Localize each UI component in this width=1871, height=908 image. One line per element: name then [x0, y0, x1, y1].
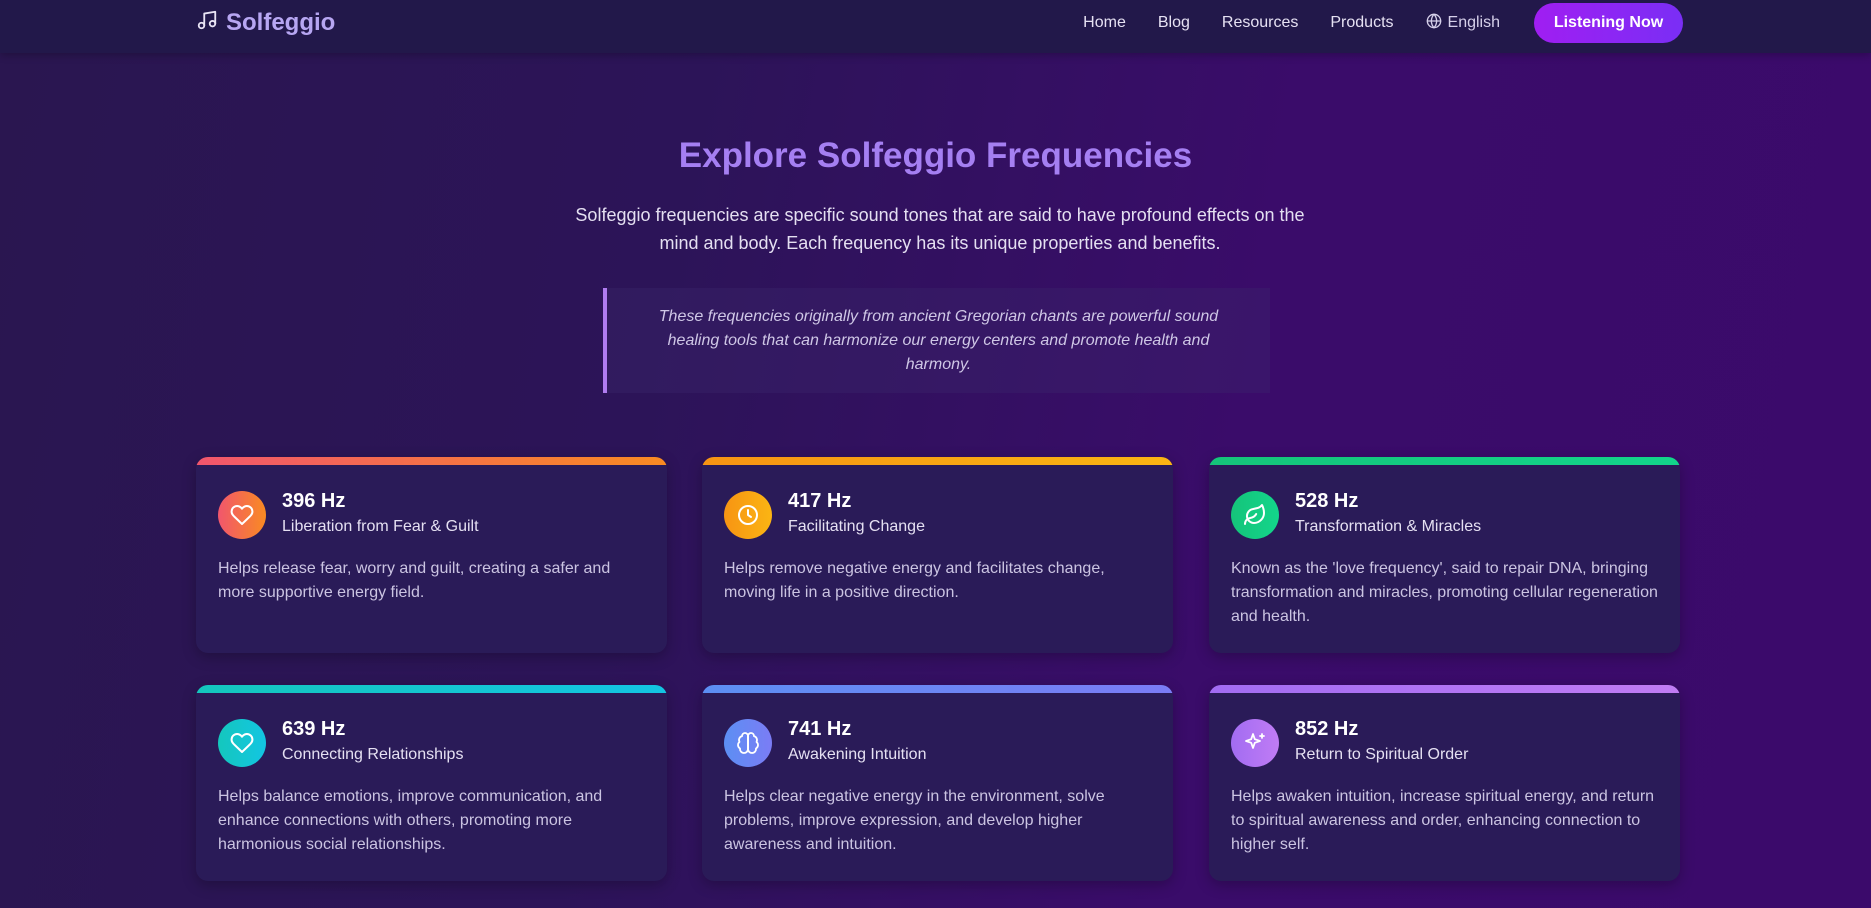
card-frequency: 417 Hz: [788, 490, 852, 512]
card-frequency: 852 Hz: [1295, 718, 1359, 740]
card-description: Helps clear negative energy in the envir…: [724, 788, 1105, 853]
card-description: Helps remove negative energy and facilit…: [724, 560, 1105, 601]
brand-name: Solfeggio: [226, 9, 336, 36]
card-accent-bar: [702, 685, 1173, 693]
nav-products-link[interactable]: Products: [1330, 14, 1393, 32]
frequency-card-639[interactable]: 639 Hz Connecting Relationships Helps ba…: [196, 685, 667, 881]
card-description: Helps awaken intuition, increase spiritu…: [1231, 788, 1655, 853]
frequency-card-528[interactable]: 528 Hz Transformation & Miracles Known a…: [1209, 457, 1680, 653]
card-title: Connecting Relationships: [282, 746, 464, 763]
card-description: Known as the 'love frequency', said to r…: [1231, 560, 1658, 625]
frequency-card-417[interactable]: 417 Hz Facilitating Change Helps remove …: [702, 457, 1173, 653]
language-selector[interactable]: English: [1426, 12, 1500, 34]
hero-subtitle: Solfeggio frequencies are specific sound…: [575, 205, 1305, 253]
nav-links: Home Blog Resources Products English: [1083, 0, 1500, 46]
listening-now-button[interactable]: Listening Now: [1534, 3, 1683, 43]
nav-resources-link[interactable]: Resources: [1222, 14, 1298, 32]
music-note-icon: [196, 9, 218, 38]
brain-icon: [724, 719, 772, 767]
clock-icon: [724, 491, 772, 539]
globe-icon: [1426, 12, 1442, 34]
sparkles-icon: [1231, 719, 1279, 767]
card-frequency: 528 Hz: [1295, 490, 1359, 512]
card-description: Helps release fear, worry and guilt, cre…: [218, 560, 611, 601]
language-label: English: [1447, 14, 1500, 31]
card-title: Facilitating Change: [788, 518, 925, 535]
intro-quote-text: These frequencies originally from ancien…: [658, 307, 1219, 373]
frequency-card-396[interactable]: 396 Hz Liberation from Fear & Guilt Help…: [196, 457, 667, 653]
leaf-icon: [1231, 491, 1279, 539]
frequency-card-852[interactable]: 852 Hz Return to Spiritual Order Helps a…: [1209, 685, 1680, 881]
card-accent-bar: [1209, 685, 1680, 693]
card-title: Liberation from Fear & Guilt: [282, 518, 479, 535]
card-accent-bar: [1209, 457, 1680, 465]
card-title: Awakening Intuition: [788, 746, 927, 763]
card-accent-bar: [196, 457, 667, 465]
card-frequency: 396 Hz: [282, 490, 346, 512]
card-accent-bar: [702, 457, 1173, 465]
card-accent-bar: [196, 685, 667, 693]
brand-link[interactable]: Solfeggio: [196, 8, 335, 38]
heart-icon: [218, 491, 266, 539]
frequency-card-741[interactable]: 741 Hz Awakening Intuition Helps clear n…: [702, 685, 1173, 881]
intro-quote: These frequencies originally from ancien…: [603, 288, 1270, 393]
nav-blog-link[interactable]: Blog: [1158, 14, 1190, 32]
nav-home-link[interactable]: Home: [1083, 14, 1126, 32]
card-title: Return to Spiritual Order: [1295, 746, 1469, 763]
top-navbar: Solfeggio Home Blog Resources Products E…: [0, 0, 1871, 53]
heart-icon: [218, 719, 266, 767]
card-title: Transformation & Miracles: [1295, 518, 1482, 535]
card-frequency: 741 Hz: [788, 718, 852, 740]
card-frequency: 639 Hz: [282, 718, 346, 740]
page-title: Explore Solfeggio Frequencies: [678, 136, 1193, 175]
card-description: Helps balance emotions, improve communic…: [218, 788, 603, 853]
